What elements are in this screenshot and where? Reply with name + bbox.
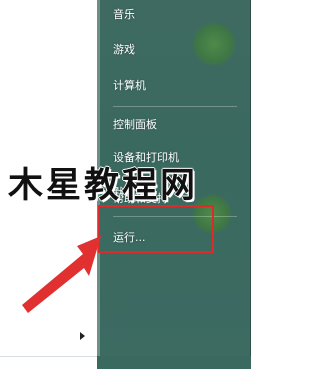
watermark: 木星教程网 [8,166,199,206]
